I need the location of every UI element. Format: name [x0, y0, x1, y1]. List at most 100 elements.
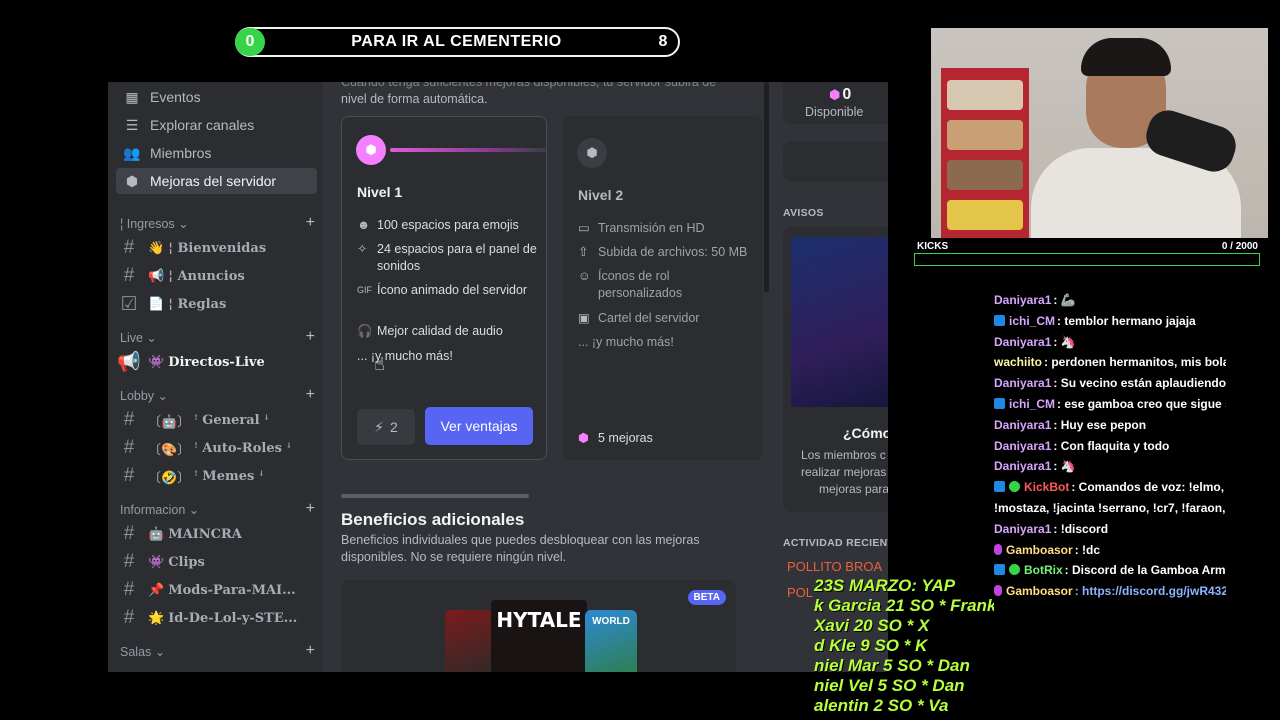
chat-username[interactable]: wachiito	[994, 355, 1042, 369]
perk-soundboard: ✧ 24 espacios para el panel de sonidos	[357, 241, 537, 275]
channel-name: ¦ Reglas	[168, 296, 227, 312]
plush-row	[947, 120, 1023, 150]
chat-username[interactable]: Daniyara1	[994, 522, 1051, 536]
perk-text: Transmisión en HD	[598, 221, 705, 235]
view-perks-button[interactable]: Ver ventajas	[425, 407, 533, 445]
platform-icon	[994, 481, 1005, 493]
notice-card: ¿Cómo Los miembros c realizar mejoras me…	[783, 227, 888, 512]
vertical-scrollbar[interactable]	[764, 82, 769, 292]
plus-icon[interactable]: +	[306, 328, 315, 346]
hytale-logo: HYTALE	[491, 600, 587, 672]
platform-icon	[994, 564, 1005, 576]
category-informacion[interactable]: Informacion ⌄ +	[120, 499, 315, 519]
hash-icon: #	[123, 523, 135, 544]
channel-emoji: 〔🤣〕	[148, 470, 191, 486]
boost-intro-text: Cuando tenga suficientes mejoras disponi…	[341, 82, 716, 108]
chat-username[interactable]: Daniyara1	[994, 376, 1051, 390]
plus-icon[interactable]: +	[306, 214, 315, 232]
chat-username[interactable]: Daniyara1	[994, 418, 1051, 432]
sidebar-item-members[interactable]: 👥 Miembros	[116, 140, 317, 166]
category-ingresos[interactable]: ¦ Ingresos ⌄ +	[120, 213, 315, 233]
boost-gem-icon: ⬢	[125, 172, 139, 189]
channel-name: Clips	[168, 554, 205, 570]
sidebar-item-label: Eventos	[150, 89, 201, 105]
channel-memes[interactable]: # 〔🤣〕 ꜝ Memes ꜜ	[116, 463, 317, 489]
chat-text: : 🦄	[1053, 334, 1076, 349]
chat-username[interactable]: Daniyara1	[994, 335, 1051, 349]
plush-row	[947, 80, 1023, 110]
game-title: HYTALE	[496, 608, 582, 632]
sidebar-item-events[interactable]: ▦ Eventos	[116, 84, 317, 110]
category-salas[interactable]: Salas ⌄ +	[120, 641, 315, 661]
channel-bienvenidas[interactable]: # 👋 ¦ Bienvenidas	[116, 235, 317, 261]
counter-title: PARA IR AL CEMENTERIO	[351, 33, 562, 50]
channel-name: MAINCRA	[168, 526, 242, 542]
channel-mods[interactable]: # 📌 Mods-Para-MAI...	[116, 577, 317, 603]
leaderboard-line: d Kle 9 SO * K	[814, 636, 928, 655]
chat-text: !mostaza, !jacinta !serrano, !cr7, !fara…	[994, 501, 1226, 515]
chat-username[interactable]: Gamboasor	[1006, 584, 1073, 598]
chat-username[interactable]: Daniyara1	[994, 459, 1051, 473]
notice-text: Los miembros c realizar mejoras mejoras …	[801, 447, 888, 498]
notice-line: realizar mejoras	[801, 465, 887, 479]
channel-clips[interactable]: # 👾 Clips	[116, 549, 317, 575]
streamer-hair	[1081, 38, 1171, 76]
channel-emoji: 〔🤖〕	[148, 414, 191, 430]
channel-maincra[interactable]: # 🤖 MAINCRA	[116, 521, 317, 547]
perk-text: ... ¡y mucho más!	[578, 335, 674, 349]
chat-username[interactable]: Gamboasor	[1006, 543, 1073, 557]
boost-count: 2	[390, 419, 398, 435]
chat-message: ichi_CM: temblor hermano jajaja	[994, 313, 1196, 330]
channel-general[interactable]: # 〔🤖〕 ꜝ General ꜜ	[116, 407, 317, 433]
chat-username[interactable]: ichi_CM	[1009, 314, 1055, 328]
chat-message: Daniyara1: 🦾	[994, 292, 1076, 309]
channel-directos-live[interactable]: 📢 👾 Directos-Live	[116, 349, 317, 375]
webcam-feed	[931, 28, 1268, 238]
additional-benefits-description: Beneficios individuales que puedes desbl…	[341, 533, 700, 564]
goal-counter-bar: 0 PARA IR AL CEMENTERIO 8	[235, 27, 680, 57]
chat-username[interactable]: BotRix	[1024, 563, 1063, 577]
chat-message: Daniyara1: 🦄	[994, 334, 1076, 351]
sidebar-item-browse-channels[interactable]: ☰ Explorar canales	[116, 112, 317, 138]
category-live[interactable]: Live ⌄ +	[120, 327, 315, 347]
chat-username[interactable]: Daniyara1	[994, 439, 1051, 453]
sidebar-item-label: Mejoras del servidor	[150, 173, 277, 189]
chat-username[interactable]: ichi_CM	[1009, 397, 1055, 411]
channel-anuncios[interactable]: # 📢 ¦ Anuncios	[116, 263, 317, 289]
chat-message: Daniyara1: Con flaquita y todo	[994, 438, 1169, 455]
channel-name: ꜝ General ꜜ	[194, 412, 270, 428]
channel-emoji: 👾	[148, 354, 165, 370]
level-2-boosts-required: ⬢ 5 mejoras	[578, 430, 758, 447]
chat-username[interactable]: Daniyara1	[994, 293, 1051, 307]
chat-username[interactable]: KickBot	[1024, 480, 1069, 494]
channel-name: Id-De-Lol-y-STE...	[168, 610, 298, 626]
category-label: ¦ Ingresos ⌄	[120, 216, 189, 231]
calendar-icon: ▦	[125, 88, 139, 105]
sidebar-item-server-boosts[interactable]: ⬢ Mejoras del servidor	[116, 168, 317, 194]
additional-benefits-title: Beneficios adicionales	[341, 510, 525, 529]
hash-icon: #	[123, 465, 135, 486]
server-boost-panel: Cuando tenga suficientes mejoras disponi…	[323, 82, 888, 672]
channel-id-lol[interactable]: # 🌟 Id-De-Lol-y-STE...	[116, 605, 317, 631]
sidebar-item-label: Explorar canales	[150, 117, 255, 133]
channel-emoji: 🤖	[148, 526, 165, 542]
plus-icon[interactable]: +	[306, 500, 315, 518]
channel-auto-roles[interactable]: # 〔🎨〕 ꜝ Auto-Roles ꜜ	[116, 435, 317, 461]
game-perk-card[interactable]: BETA HYTALE WORLD	[341, 580, 736, 672]
chat-message: Daniyara1: Huy ese pepon	[994, 417, 1146, 434]
plus-icon[interactable]: +	[306, 386, 315, 404]
horizontal-scrollbar[interactable]	[341, 494, 529, 498]
channel-reglas[interactable]: ☑ 📄 ¦ Reglas	[116, 291, 317, 317]
plush-row	[947, 200, 1023, 230]
leaderboard-line: k Garcia 21 SO * Frank	[814, 596, 994, 615]
emoji-icon: ☻	[357, 218, 371, 232]
hash-icon: #	[123, 409, 135, 430]
plus-icon[interactable]: +	[306, 642, 315, 660]
hash-icon: #	[123, 437, 135, 458]
game-2-title: WORLD	[592, 616, 630, 627]
channel-sidebar: ▦ Eventos ☰ Explorar canales 👥 Miembros …	[108, 82, 323, 672]
mouse-cursor-icon: ☝	[374, 354, 385, 374]
category-lobby[interactable]: Lobby ⌄ +	[120, 385, 315, 405]
mic-badge-icon	[994, 585, 1002, 597]
discord-window: ▦ Eventos ☰ Explorar canales 👥 Miembros …	[108, 82, 888, 672]
